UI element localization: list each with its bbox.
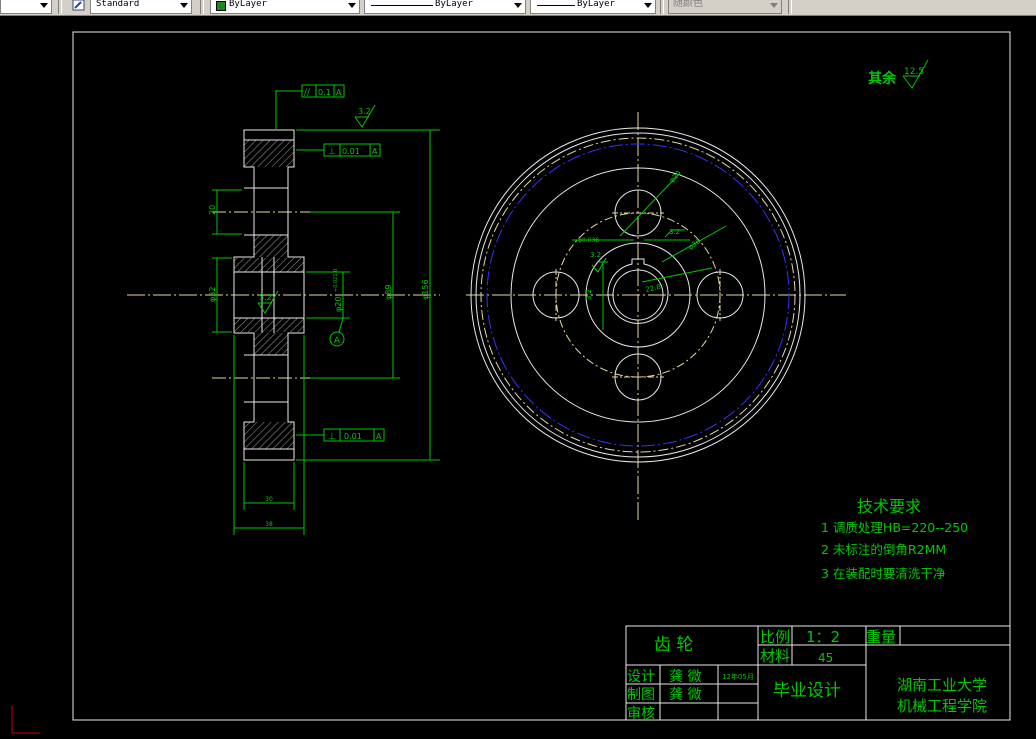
runout-top-datum: A [372, 147, 378, 156]
roughness-top-value: 3.2 [358, 107, 371, 116]
text-style-value: Standard [96, 0, 140, 9]
roughness-note-value: 12.5 [904, 67, 924, 77]
text-style-select[interactable]: Standard [90, 0, 192, 14]
front-dim-pitch: φ36 [687, 237, 703, 252]
toolbar-separator [660, 0, 664, 14]
tech-item: 2 未标注的倒角R2MM [821, 542, 946, 557]
color-select[interactable]: ByLayer [210, 0, 360, 14]
chevron-down-icon [514, 3, 522, 8]
toolbar-dropdown-left-stub[interactable] [0, 0, 52, 14]
front-dim-small: φ0.036 [578, 237, 599, 244]
toolbar-separator [58, 0, 62, 14]
school-line1: 湖南工业大学 [897, 676, 987, 694]
title-block-text: 齿 轮 比例 1：2 重量 材料 45 设计 龚 微 12年05月 制图 龚 微… [627, 628, 987, 722]
hatch-web-bottom [254, 333, 288, 355]
drawing-frame [72, 31, 1011, 721]
datum-label: A [334, 336, 341, 346]
project-name: 毕业设计 [773, 681, 841, 701]
chevron-down-icon [180, 3, 188, 8]
chevron-down-icon [40, 3, 48, 8]
roughness-bore-value: 3.2 [259, 293, 272, 302]
toolbar-separator [788, 0, 792, 14]
toolbar-separator [200, 0, 204, 14]
dim-hub-outer: φ32 [208, 287, 217, 302]
section-view: A // 0.1 A ⊥ 0.01 A ⊥ 0.01 A 3.2 3.2 φ15… [127, 84, 440, 535]
tolerance-top-symbol: // [304, 88, 311, 98]
roughness-symbol-top: 3.2 [354, 104, 376, 128]
drafter-label: 制图 [627, 687, 655, 703]
hatch-web-top [254, 235, 288, 257]
tech-item: 1 调质处理HB=220--250 [821, 520, 968, 535]
designer-name: 龚 微 [669, 669, 701, 685]
roughness-symbol-bore: 3.2 [257, 290, 279, 314]
front-roughness-keyway: 3.2 [590, 251, 601, 259]
dim-hub-diameter: φ89 [384, 285, 393, 300]
chevron-down-icon [348, 3, 356, 8]
weight-label: 重量 [866, 628, 896, 646]
chevron-down-icon [644, 3, 652, 8]
drafter-name: 龚 微 [669, 687, 701, 703]
tolerance-frame-runout-bottom: ⊥ 0.01 A [323, 428, 385, 442]
material-label: 材料 [760, 647, 790, 665]
tolerance-frame-top: // 0.1 A [276, 84, 345, 98]
scale-value: 1：2 [806, 628, 840, 646]
runout-bottom-value: 0.01 [344, 432, 362, 441]
scale-label: 比例 [760, 628, 790, 646]
lineweight-value: ByLayer [577, 0, 615, 9]
runout-top-symbol: ⊥ [328, 147, 336, 157]
linetype-value: ByLayer [435, 0, 473, 9]
roughness-note-label: 其余 [868, 70, 897, 87]
tolerance-top-datum: A [336, 88, 342, 97]
hatch-rim-top [244, 140, 294, 167]
tolerance-top-value: 0.1 [318, 88, 331, 97]
designer-label: 设计 [627, 669, 655, 685]
tech-requirements: 技术要求 1 调质处理HB=220--250 2 未标注的倒角R2MM 3 在装… [821, 497, 968, 581]
front-dim-diag: 3.2 [669, 228, 680, 236]
front-view: φ20 φ36 φ0.036 3.2 3.2 3.2 22.8 [466, 112, 846, 520]
dim-bore-diameter: φ20 [334, 297, 343, 312]
tech-title: 技术要求 [857, 497, 921, 516]
front-dim-chamfer: 3.2 [585, 289, 593, 300]
tolerance-frame-runout-top: ⊥ 0.01 A [323, 143, 381, 157]
dim-hole-spacing: 20 [208, 205, 217, 215]
front-dim-keyway: 22.8 [645, 283, 662, 294]
runout-bottom-datum: A [376, 432, 382, 441]
lineweight-select[interactable]: ByLayer [530, 0, 656, 14]
linetype-select[interactable]: ByLayer [364, 0, 526, 14]
ucs-icon [11, 706, 40, 734]
tech-item: 3 在装配时要清洗干净 [821, 566, 945, 581]
plot-style-value: 随颜色 [673, 0, 703, 9]
material-value: 45 [818, 651, 833, 665]
runout-bottom-symbol: ⊥ [328, 432, 336, 442]
chevron-down-icon [770, 3, 778, 8]
roughness-note: 其余 12.5 [868, 59, 929, 89]
dim-width-outer: 38 [265, 521, 273, 528]
lineweight-preview [537, 5, 575, 6]
color-value: ByLayer [229, 0, 267, 9]
plot-style-select[interactable]: 随颜色 [668, 0, 782, 14]
hatch-hub-bottom [234, 318, 304, 332]
drawing-canvas[interactable]: A // 0.1 A ⊥ 0.01 A ⊥ 0.01 A 3.2 3.2 φ15… [0, 15, 1036, 739]
design-date: 12年05月 [722, 672, 754, 681]
text-style-icon[interactable] [72, 0, 85, 11]
dim-outer-diameter: φ156 [421, 279, 430, 300]
front-dim-hole: φ20 [668, 169, 683, 184]
hatch-hub-top [234, 258, 304, 272]
hatch-rim-bottom [244, 422, 294, 449]
properties-toolbar: Standard ByLayer ByLayer ByLayer 随颜色 [0, 0, 1036, 16]
color-swatch-icon [216, 1, 226, 11]
runout-top-value: 0.01 [342, 147, 360, 156]
part-name: 齿 轮 [654, 635, 693, 655]
dim-width-inner: 30 [265, 496, 273, 503]
reviewer-label: 审核 [627, 706, 655, 722]
dim-bore-tolerance: +0.021 0 [333, 269, 339, 292]
linetype-preview [371, 5, 433, 6]
school-line2: 机械工程学院 [897, 697, 987, 715]
